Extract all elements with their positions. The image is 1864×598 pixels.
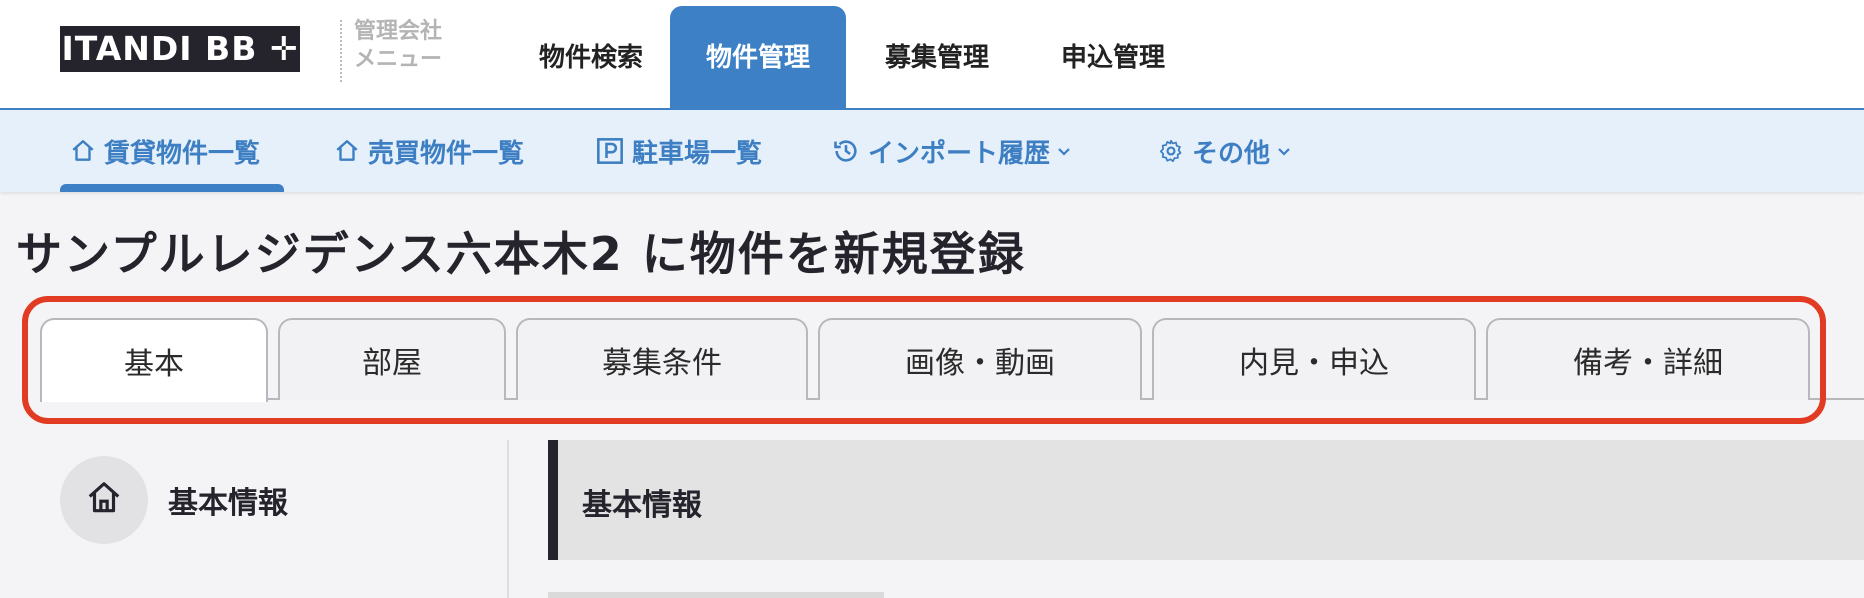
- gear-icon: [1158, 138, 1184, 164]
- company-menu-line-2: メニュー: [354, 47, 443, 72]
- section-title: 基本情報: [582, 488, 702, 523]
- parking-icon: [596, 137, 624, 165]
- sub-navigation: 賃貸物件一覧 売買物件一覧 駐車場一覧 インポート履歴 その他: [0, 110, 1864, 192]
- subnav-item-import-history[interactable]: インポート履歴: [832, 110, 1072, 192]
- page-title: サンプルレジデンス六本木2 に物件を新規登録: [16, 227, 1026, 281]
- main-tab-property-management[interactable]: 物件管理: [670, 6, 846, 110]
- subnav-active-indicator: [60, 184, 284, 192]
- subnav-item-parking-list[interactable]: 駐車場一覧: [596, 110, 762, 192]
- company-menu-link[interactable]: 管理会社 メニュー: [354, 18, 464, 74]
- chevron-down-icon: [1276, 143, 1292, 159]
- sidebar-section-icon[interactable]: [60, 456, 148, 544]
- subnav-item-label: 賃貸物件一覧: [104, 138, 261, 169]
- sidebar-section-label[interactable]: 基本情報: [168, 478, 288, 522]
- subnav-item-label: 売買物件一覧: [368, 138, 525, 169]
- history-icon: [832, 137, 860, 165]
- home-icon: [85, 479, 123, 521]
- main-tab-recruitment-management[interactable]: 募集管理: [872, 0, 1002, 110]
- subnav-item-label: インポート履歴: [868, 138, 1051, 169]
- home-icon: [334, 138, 360, 164]
- chevron-down-icon: [1056, 143, 1072, 159]
- tabs-highlight-box: [22, 296, 1826, 424]
- subnav-item-other[interactable]: その他: [1158, 110, 1292, 192]
- main-tab-property-search[interactable]: 物件検索: [526, 0, 656, 110]
- section-header: [548, 440, 1864, 560]
- form-field-placeholder: [548, 592, 884, 598]
- main-tab-application-management[interactable]: 申込管理: [1048, 0, 1178, 110]
- subnav-item-label: 駐車場一覧: [632, 138, 763, 169]
- subnav-item-label: その他: [1192, 138, 1271, 169]
- top-header: ITANDI BB ✛ 管理会社 メニュー 物件検索 物件管理 募集管理 申込管…: [0, 0, 1864, 110]
- itandi-logo[interactable]: ITANDI BB ✛: [60, 26, 300, 72]
- subnav-item-sale-list[interactable]: 売買物件一覧: [334, 110, 524, 192]
- company-menu-line-1: 管理会社: [354, 19, 443, 44]
- logo-divider: [340, 20, 342, 82]
- subnav-item-rental-list[interactable]: 賃貸物件一覧: [70, 110, 260, 192]
- home-icon: [70, 138, 96, 164]
- sidebar-divider: [507, 440, 509, 598]
